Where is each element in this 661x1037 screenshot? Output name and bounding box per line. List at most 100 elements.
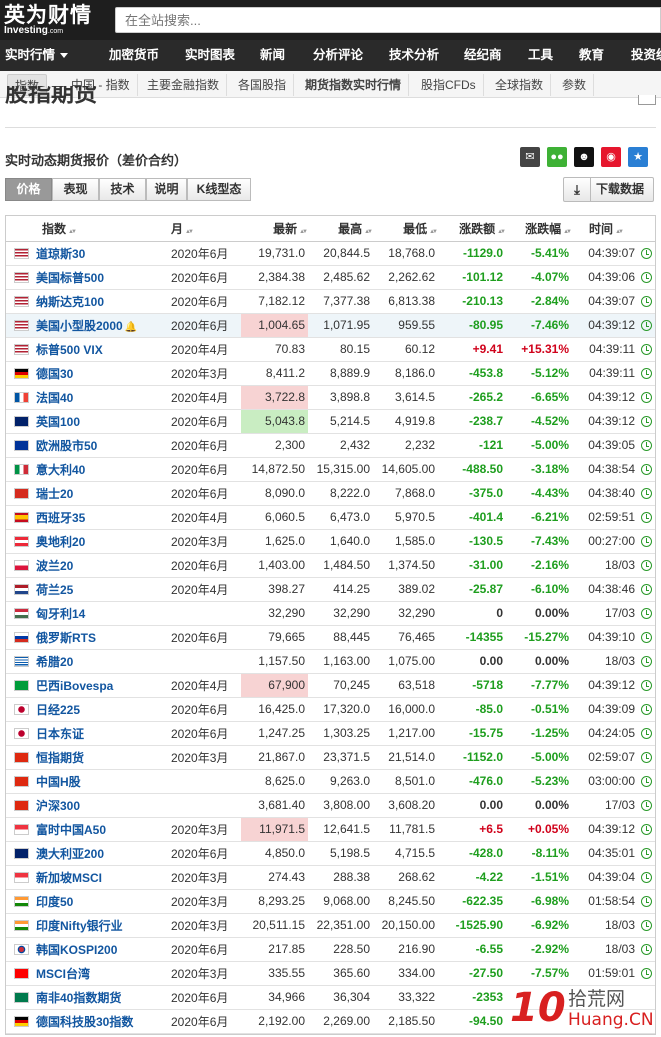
sub-nav-item[interactable]: 期货指数实时行情: [298, 74, 410, 96]
main-nav-item[interactable]: 加密货币: [109, 40, 159, 71]
table-row[interactable]: 纳斯达克100 2020年6月 7,182.12 7,377.38 6,813.38 -2…: [6, 289, 655, 314]
index-name-link[interactable]: 巴西iBovespa: [36, 673, 159, 698]
tab[interactable]: 价格: [5, 178, 52, 201]
index-name-link[interactable]: 意大利40: [36, 457, 159, 482]
index-name-link[interactable]: 奥地利20: [36, 529, 159, 554]
table-row[interactable]: 印度50 2020年3月 8,293.25 9,068.00 8,245.50 -622.…: [6, 889, 655, 914]
table-row[interactable]: 美国标普500 2020年6月 2,384.38 2,485.62 2,262.62 -1…: [6, 265, 655, 290]
table-row[interactable]: 意大利40 2020年6月 14,872.50 15,315.00 14,605.00-…: [6, 457, 655, 482]
table-row[interactable]: 标普500 VIX 2020年4月 70.83 80.15 60.12 +9.41 +15.…: [6, 337, 655, 362]
index-name-link[interactable]: 美国小型股2000 🔔: [36, 313, 159, 338]
index-name-link[interactable]: 沪深300: [36, 793, 159, 818]
site-logo[interactable]: 英为财情 Investing.com: [4, 3, 109, 37]
sub-nav-item[interactable]: 主要金融指数: [140, 74, 228, 96]
table-row[interactable]: 日经225 2020年6月 16,425.0 17,320.0 16,000.0 -85.…: [6, 697, 655, 722]
index-name-link[interactable]: 法国40: [36, 385, 159, 410]
index-name-link[interactable]: 恒指期货: [36, 745, 159, 770]
main-nav-item[interactable]: 新闻: [260, 40, 285, 71]
tab[interactable]: 技术: [99, 178, 146, 201]
table-row[interactable]: 德国30 2020年3月 8,411.2 8,889.9 8,186.0 -453.8 -5…: [6, 361, 655, 386]
table-row[interactable]: 印度Nifty银行业 2020年3月 20,511.15 22,351.00 20,15…: [6, 913, 655, 938]
column-header[interactable]: 最新 ▲▼: [241, 216, 308, 242]
table-row[interactable]: 韩国KOSPI200 2020年6月 217.85 228.50 216.90 -6.55…: [6, 937, 655, 962]
main-nav-item[interactable]: 技术分析: [389, 40, 439, 71]
weibo-icon[interactable]: ◉: [601, 147, 621, 167]
column-header[interactable]: 涨跌额 ▲▼: [438, 216, 506, 242]
index-name-link[interactable]: 欧洲股市50: [36, 433, 159, 458]
table-row[interactable]: 瑞士20 2020年6月 8,090.0 8,222.0 7,868.0 -375.0 -4…: [6, 481, 655, 506]
index-name-link[interactable]: 富时中国A50: [36, 817, 159, 842]
main-nav-item[interactable]: 实时行情: [5, 40, 69, 71]
table-row[interactable]: 沪深300 3,681.40 3,808.00 3,608.20 0.00 0.00% 17…: [6, 793, 655, 818]
search-input[interactable]: [115, 7, 661, 33]
tab[interactable]: 表现: [52, 178, 99, 201]
table-row[interactable]: 波兰20 2020年6月 1,403.00 1,484.50 1,374.50 -31.0…: [6, 553, 655, 578]
index-name-link[interactable]: 日经225: [36, 697, 159, 722]
index-name-link[interactable]: 印度Nifty银行业: [36, 913, 159, 938]
index-name-link[interactable]: 美国标普500: [36, 265, 159, 290]
table-row[interactable]: 澳大利亚200 2020年6月 4,850.0 5,198.5 4,715.5 -428.…: [6, 841, 655, 866]
table-row[interactable]: 奥地利20 2020年3月 1,625.0 1,640.0 1,585.0 -130.5-…: [6, 529, 655, 554]
tab[interactable]: 说明: [146, 178, 187, 201]
main-nav-item[interactable]: 投资统: [631, 40, 661, 71]
main-nav-item[interactable]: 教育: [579, 40, 604, 71]
index-name-link[interactable]: 波兰20: [36, 553, 159, 578]
index-name-link[interactable]: 希腊20: [36, 649, 159, 674]
table-row[interactable]: 巴西iBovespa 2020年4月 67,900 70,245 63,518 -5718…: [6, 673, 655, 698]
table-row[interactable]: 欧洲股市50 2020年6月 2,300 2,432 2,232 -121 -5.00% 04…: [6, 433, 655, 458]
wechat-icon[interactable]: ●●: [547, 147, 567, 167]
index-name-link[interactable]: 中国H股: [36, 769, 159, 794]
scroll-to-top-button[interactable]: [638, 95, 656, 105]
column-header[interactable]: 时间 ▲▼: [572, 216, 638, 242]
index-name-link[interactable]: 荷兰25: [36, 577, 159, 602]
favorite-icon[interactable]: ★: [628, 147, 648, 167]
index-name-link[interactable]: 韩国KOSPI200: [36, 937, 159, 962]
index-name-link[interactable]: 新加坡MSCI: [36, 865, 159, 890]
index-name-link[interactable]: 标普500 VIX: [36, 337, 159, 362]
tab[interactable]: K线型态: [187, 178, 251, 201]
column-header[interactable]: 指数 ▲▼: [36, 216, 159, 242]
table-row[interactable]: 英国100 2020年6月 5,043.8 5,214.5 4,919.8 -238.7-…: [6, 409, 655, 434]
column-header[interactable]: 月 ▲▼: [159, 216, 241, 242]
index-name-link[interactable]: 德国30: [36, 361, 159, 386]
download-data-button[interactable]: ⤓ 下载数据: [563, 177, 654, 202]
index-name-link[interactable]: 西班牙35: [36, 505, 159, 530]
sub-nav-item[interactable]: 参数: [555, 74, 595, 96]
index-name-link[interactable]: 日本东证: [36, 721, 159, 746]
table-row[interactable]: MSCI台湾 2020年3月 335.55 365.60 334.00 -27.50 -7.…: [6, 961, 655, 986]
table-row[interactable]: 恒指期货 2020年3月 21,867.0 23,371.5 21,514.0 -1152…: [6, 745, 655, 770]
index-name-link[interactable]: 瑞士20: [36, 481, 159, 506]
index-name-link[interactable]: 道琼斯30: [36, 241, 159, 266]
index-name-link[interactable]: 印度50: [36, 889, 159, 914]
main-nav-item[interactable]: 工具: [528, 40, 553, 71]
table-row[interactable]: 富时中国A50 2020年3月 11,971.5 12,641.5 11,781.5 +6…: [6, 817, 655, 842]
index-name-link[interactable]: 匈牙利14: [36, 601, 159, 626]
qq-icon[interactable]: ☻: [574, 147, 594, 167]
sub-nav-item[interactable]: 股指CFDs: [414, 74, 484, 96]
column-header[interactable]: 最高 ▲▼: [308, 216, 373, 242]
table-row[interactable]: 新加坡MSCI 2020年3月 274.43 288.38 268.62 -4.22 -1.…: [6, 865, 655, 890]
index-name-link[interactable]: 纳斯达克100: [36, 289, 159, 314]
table-row[interactable]: 美国小型股2000 🔔 2020年6月 1,004.65 1,071.95 959.55-…: [6, 313, 655, 338]
index-name-link[interactable]: MSCI台湾: [36, 961, 159, 986]
mail-icon[interactable]: ✉: [520, 147, 540, 167]
main-nav-item[interactable]: 分析评论: [313, 40, 363, 71]
sub-nav-item[interactable]: 各国股指: [231, 74, 295, 96]
table-row[interactable]: 俄罗斯RTS 2020年6月 79,665 88,445 76,465 -14355 -15…: [6, 625, 655, 650]
bell-icon[interactable]: 🔔: [125, 322, 137, 333]
index-name-link[interactable]: 德国科技股30指数: [36, 1009, 159, 1034]
table-row[interactable]: 道琼斯30 2020年6月 19,731.0 20,844.5 18,768.0 -112…: [6, 241, 655, 266]
sub-nav-item[interactable]: 全球指数: [488, 74, 552, 96]
main-nav-item[interactable]: 经纪商: [464, 40, 502, 71]
column-header[interactable]: 涨跌幅 ▲▼: [506, 216, 572, 242]
index-name-link[interactable]: 南非40指数期货: [36, 985, 159, 1010]
index-name-link[interactable]: 澳大利亚200: [36, 841, 159, 866]
table-row[interactable]: 中国H股 8,625.0 9,263.0 8,501.0 -476.0 -5.23% 03:…: [6, 769, 655, 794]
table-row[interactable]: 法国40 2020年4月 3,722.8 3,898.8 3,614.5 -265.2 -6…: [6, 385, 655, 410]
table-row[interactable]: 日本东证 2020年6月 1,247.25 1,303.25 1,217.00 -15.7…: [6, 721, 655, 746]
table-row[interactable]: 荷兰25 2020年4月 398.27 414.25 389.02 -25.87 -6.10…: [6, 577, 655, 602]
table-row[interactable]: 希腊20 1,157.50 1,163.00 1,075.00 0.00 0.00% 18/…: [6, 649, 655, 674]
table-row[interactable]: 西班牙35 2020年4月 6,060.5 6,473.0 5,970.5 -401.4-…: [6, 505, 655, 530]
table-row[interactable]: 匈牙利14 32,290 32,290 32,290 0 0.00% 17/03: [6, 601, 655, 626]
column-header[interactable]: 最低 ▲▼: [373, 216, 438, 242]
